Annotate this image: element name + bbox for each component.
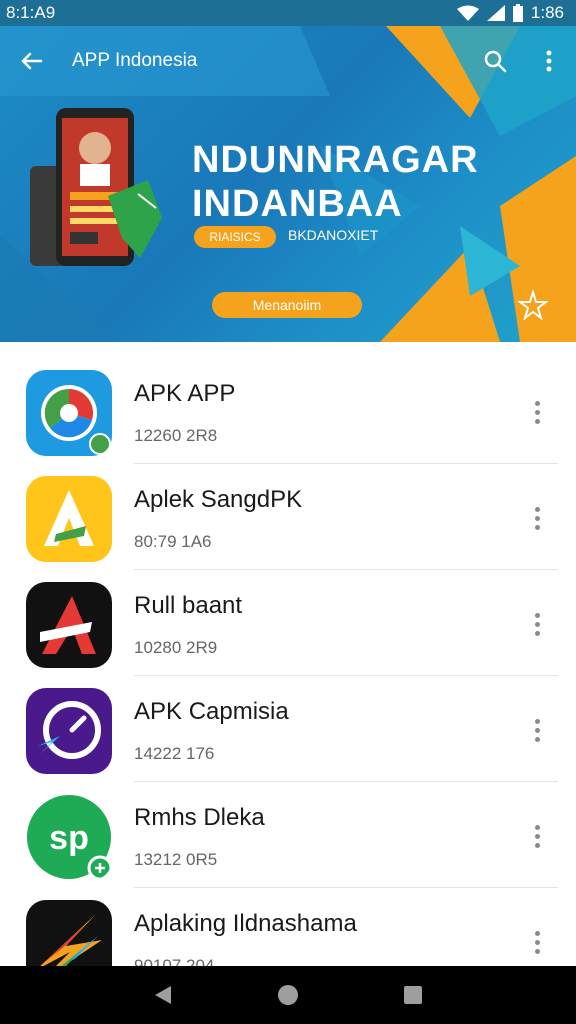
back-arrow-icon xyxy=(21,52,43,70)
status-time-left: 8:1:A9 xyxy=(6,3,56,22)
svg-text:sp: sp xyxy=(49,819,89,857)
list-item[interactable]: sp Rmhs Dleka 13212 0R5 xyxy=(0,766,576,888)
banner-headline-line-2: INDANBAA xyxy=(192,183,403,225)
system-nav-bar xyxy=(0,966,576,1024)
row-more-button[interactable] xyxy=(522,920,552,964)
list-item[interactable]: Rull baant 10280 2R9 xyxy=(0,554,576,676)
list-item[interactable]: Aplaking Ildnashama 90107 204 xyxy=(0,872,576,986)
banner-cta-button[interactable]: Menanoiim xyxy=(212,292,362,318)
nav-back-button[interactable] xyxy=(143,975,183,1015)
battery-icon xyxy=(512,4,523,22)
banner-headline-line-1: NDUNNRAGAR xyxy=(192,139,479,181)
circle-home-icon xyxy=(277,985,298,1005)
banner-badge: RIAISICS xyxy=(194,226,276,248)
row-more-button[interactable] xyxy=(522,390,552,434)
back-button[interactable] xyxy=(0,26,62,96)
star-logo-icon xyxy=(518,290,548,320)
row-more-button[interactable] xyxy=(522,814,552,858)
banner-headline: NDUNNRAGAR INDANBAA xyxy=(192,138,479,226)
hero-banner: APP Indonesia NDUNNRAGAR INDANBAA RIAISI… xyxy=(0,26,576,342)
app-meta: 10280 2R9 xyxy=(134,638,218,657)
row-more-button[interactable] xyxy=(522,602,552,646)
app-bar: APP Indonesia xyxy=(0,26,576,96)
row-more-button[interactable] xyxy=(522,708,552,752)
app-meta: 14222 176 xyxy=(134,744,215,763)
yellow-a-icon xyxy=(26,476,112,562)
nav-home-button[interactable] xyxy=(268,975,308,1015)
overflow-menu-button[interactable] xyxy=(522,26,576,96)
red-a-icon xyxy=(26,582,112,668)
list-item[interactable]: APK Capmisia 14222 176 xyxy=(0,660,576,782)
app-name: APK APP xyxy=(134,380,236,407)
app-meta: 80:79 1A6 xyxy=(134,532,212,551)
app-list: APK APP 12260 2R8 Aplek SangdPK 80:79 1A… xyxy=(0,342,576,986)
green-sp-icon: sp xyxy=(26,794,112,880)
colorful-circle-icon xyxy=(26,370,112,456)
app-name: Rmhs Dleka xyxy=(134,804,265,831)
triangle-back-icon xyxy=(154,986,171,1004)
nav-recents-button[interactable] xyxy=(393,975,433,1015)
wifi-icon xyxy=(456,5,479,21)
app-name: Aplek SangdPK xyxy=(134,486,303,513)
app-name: Aplaking Ildnashama xyxy=(134,910,357,937)
banner-subtext: BKDANOXIET xyxy=(288,227,379,243)
app-name: APK Capmisia xyxy=(134,698,289,725)
app-meta: 12260 2R8 xyxy=(134,426,218,445)
status-time-right: 1:86 xyxy=(530,3,564,22)
status-bar: 8:1:A9 1:86 xyxy=(0,0,576,26)
app-name: Rull baant xyxy=(134,592,243,619)
purple-lightning-icon xyxy=(26,688,112,774)
signal-icon xyxy=(486,5,505,21)
search-icon xyxy=(484,50,507,73)
app-meta: 13212 0R5 xyxy=(134,850,218,869)
more-vert-icon xyxy=(546,50,552,72)
phone-illustration xyxy=(30,108,162,266)
square-recents-icon xyxy=(404,986,423,1004)
list-item[interactable]: Aplek SangdPK 80:79 1A6 xyxy=(0,448,576,570)
list-item[interactable]: APK APP 12260 2R8 xyxy=(0,342,576,464)
app-title: APP Indonesia xyxy=(72,50,198,71)
row-more-button[interactable] xyxy=(522,496,552,540)
search-button[interactable] xyxy=(468,26,522,96)
